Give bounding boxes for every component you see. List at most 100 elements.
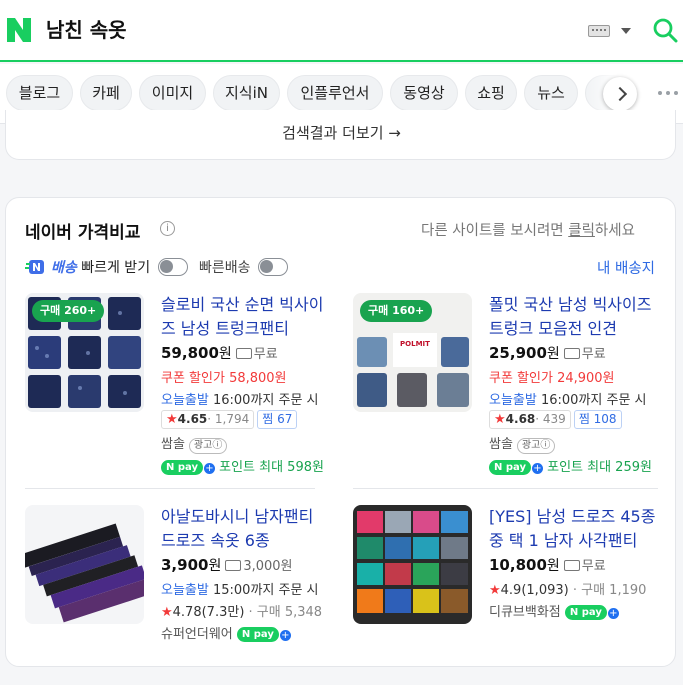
tab-cafe[interactable]: 카페 [80, 75, 132, 111]
rating-value: 4.78 [172, 605, 202, 620]
point-text: 포인트 최대 259원 [547, 460, 652, 475]
tab-video[interactable]: 동영상 [390, 75, 458, 111]
rating-row: ★4.9(1,093) · 구매 1,190 [489, 583, 647, 598]
info-icon[interactable]: i [160, 221, 175, 236]
npay-point-row: N pay + 포인트 최대 598원 [161, 456, 324, 475]
rating-row: ★4.78(7.3만) · 구매 5,348 [161, 605, 323, 620]
tab-blog[interactable]: 블로그 [6, 75, 73, 111]
delivery-brand: 배송 [51, 260, 77, 276]
fast-delivery-toggle[interactable] [158, 258, 188, 276]
fast-shipping-label: 빠른배송 [199, 260, 251, 276]
coupon-price: 쿠폰 할인가 24,900원 [489, 371, 615, 386]
tab-image[interactable]: 이미지 [139, 75, 206, 111]
plus-icon: + [607, 608, 619, 619]
purchase-count: 구매 5,348 [256, 605, 323, 620]
product-card[interactable]: POLMIT 구매 160+ 폴밋 국산 남성 빅사이즈 트렁크 모음전 인견 … [353, 293, 658, 475]
product-title[interactable]: 슬로비 국산 순면 빅사이즈 남성 트렁크팬티 [161, 293, 329, 341]
keyboard-icon[interactable] [588, 25, 610, 37]
today-label: 오늘출발 [161, 393, 209, 408]
shipping-fee: 3,000원 [243, 559, 293, 574]
other-site-link[interactable]: 클릭 [568, 223, 595, 239]
divider [25, 488, 315, 489]
price-compare-section: 네이버 가격비교 i 다른 사이트를 보시려면 클릭하세요 배송 빠르게 받기 … [5, 197, 676, 667]
seller-row: 디큐브백화점 N pay + [489, 601, 619, 620]
truck-icon [225, 560, 242, 571]
truck-icon [563, 560, 580, 571]
divider [353, 488, 658, 489]
search-header: 남친 속옷 [0, 0, 683, 62]
today-text: 16:00까지 주문 시 [208, 393, 319, 408]
other-site-text: 다른 사이트를 보시려면 클릭하세요 [421, 219, 635, 240]
search-query-input[interactable]: 남친 속옷 [46, 14, 127, 43]
wishlist-count[interactable]: 찜 108 [573, 410, 622, 429]
plus-icon: + [203, 463, 215, 474]
previous-section-card: 검색결과 더보기 → [5, 110, 676, 160]
price-unit: 원 [218, 346, 232, 362]
seller-name[interactable]: 디큐브백화점 [489, 605, 561, 620]
rating-box: ★4.65· 1,794 [161, 410, 255, 429]
naver-delivery-icon [25, 260, 44, 274]
naver-logo[interactable] [6, 17, 32, 43]
purchase-badge: 구매 160+ [360, 300, 433, 322]
seller-name[interactable]: 슈퍼언더웨어 [161, 627, 233, 642]
more-results-link[interactable]: 검색결과 더보기 → [6, 122, 677, 143]
truck-icon [235, 348, 252, 359]
today-label: 오늘출발 [489, 393, 537, 408]
truck-icon [563, 348, 580, 359]
review-count: 1,794 [214, 412, 250, 426]
product-card[interactable]: 구매 260+ 슬로비 국산 순면 빅사이즈 남성 트렁크팬티 59,800원 무… [25, 293, 330, 475]
star-icon: ★ [161, 605, 173, 620]
purchase-badge: 구매 260+ [32, 300, 105, 322]
product-price: 3,900원 3,000원 [161, 555, 293, 575]
review-count: (7.3만) [201, 605, 245, 620]
today-text: 16:00까지 주문 시 [536, 393, 647, 408]
tab-shopping[interactable]: 쇼핑 [465, 75, 517, 111]
product-card[interactable]: 아날도바시니 남자팬티 드로즈 속옷 6종 3,900원 3,000원 오늘출발 … [25, 505, 330, 685]
rating-row: ★4.65· 1,794 찜 67 [161, 410, 298, 429]
product-image[interactable] [353, 505, 472, 624]
delivery-text: 빠르게 받기 [81, 260, 151, 276]
tab-influencer[interactable]: 인플루언서 [287, 75, 383, 111]
product-card[interactable]: [YES] 남성 드로즈 45종 중 택 1 남자 사각팬티 10,800원 무료… [353, 505, 658, 685]
seller-name[interactable]: 쌈솔 [489, 437, 513, 452]
seller-row: 쌈솔 광고ⓘ [489, 433, 556, 454]
ad-badge[interactable]: 광고ⓘ [188, 438, 228, 454]
chevron-down-icon[interactable] [621, 28, 631, 34]
review-count: (1,093) [521, 583, 569, 598]
product-title[interactable]: 폴밋 국산 남성 빅사이즈 트렁크 모음전 인견 [489, 293, 657, 341]
thumb-brand-text: POLMIT [400, 340, 430, 348]
tab-news[interactable]: 뉴스 [524, 75, 578, 111]
seller-name[interactable]: 쌈솔 [161, 437, 185, 452]
rating-value: 4.68 [505, 412, 536, 426]
search-icon[interactable] [652, 17, 678, 43]
wishlist-count[interactable]: 찜 67 [257, 410, 298, 429]
price-unit: 원 [546, 346, 560, 362]
review-count: 439 [542, 412, 566, 426]
my-shipping-address-link[interactable]: 내 배송지 [597, 257, 655, 278]
shipping-fee: 무료 [581, 559, 606, 574]
plus-icon: + [279, 630, 291, 641]
more-menu-icon[interactable] [658, 91, 680, 97]
coupon-price: 쿠폰 할인가 58,800원 [161, 371, 287, 386]
today-shipping: 오늘출발 16:00까지 주문 시 [161, 389, 319, 408]
fast-shipping-toggle[interactable] [258, 258, 288, 276]
product-image[interactable] [25, 505, 144, 624]
tabs-scroll-right-button[interactable] [603, 77, 637, 111]
price-unit: 원 [208, 558, 222, 574]
today-shipping: 오늘출발 16:00까지 주문 시 [489, 389, 647, 408]
price-value: 10,800 [489, 556, 547, 574]
product-title[interactable]: 아날도바시니 남자팬티 드로즈 속옷 6종 [161, 505, 329, 553]
star-icon: ★ [489, 583, 501, 598]
seller-row: 쌈솔 광고ⓘ [161, 433, 228, 454]
ad-badge[interactable]: 광고ⓘ [516, 438, 556, 454]
npay-icon: N pay [564, 605, 607, 620]
section-title: 네이버 가격비교 [25, 223, 141, 243]
star-icon: ★ [494, 412, 506, 427]
rating-row: ★4.68· 439 찜 108 [489, 410, 622, 429]
npay-icon: N pay [489, 460, 531, 475]
price-value: 59,800 [161, 344, 219, 362]
tab-kin[interactable]: 지식iN [213, 75, 280, 111]
today-shipping: 오늘출발 15:00까지 주문 시 [161, 579, 319, 598]
star-icon: ★ [166, 412, 178, 427]
product-title[interactable]: [YES] 남성 드로즈 45종 중 택 1 남자 사각팬티 [489, 505, 657, 553]
